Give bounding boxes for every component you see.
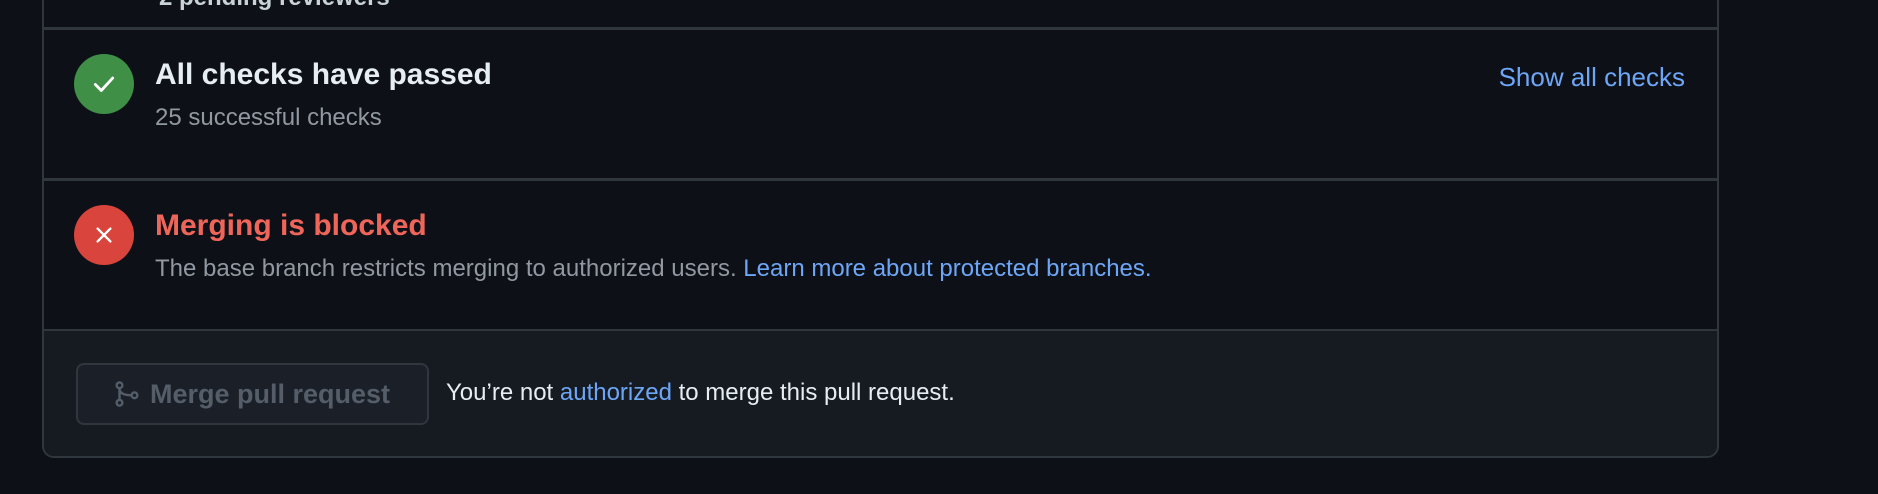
check-icon <box>93 76 115 92</box>
authorized-link[interactable]: authorized <box>560 379 672 406</box>
checks-title: All checks have passed <box>155 58 492 91</box>
merge-authorization-note: You’re not authorized to merge this pull… <box>446 379 955 407</box>
blocked-status-badge <box>74 205 134 265</box>
blocked-description: The base branch restricts merging to aut… <box>155 255 737 282</box>
reviewers-section: 2 pending reviewers <box>44 0 1717 30</box>
show-all-checks-link[interactable]: Show all checks <box>1499 62 1685 93</box>
x-icon <box>96 227 112 243</box>
blocked-description-line: The base branch restricts merging to aut… <box>155 255 1152 283</box>
reviewers-icon <box>88 0 128 2</box>
merge-action-section: Merge pull request You’re not authorized… <box>44 331 1717 456</box>
merge-note-prefix: You’re not <box>446 379 554 406</box>
merge-blocked-section: Merging is blocked The base branch restr… <box>44 181 1717 331</box>
checks-section: All checks have passed 25 successful che… <box>44 30 1717 181</box>
merge-button-label: Merge pull request <box>150 378 391 409</box>
checks-status-badge <box>74 54 134 114</box>
merge-box: 2 pending reviewers All checks have pass… <box>42 0 1719 458</box>
merge-pull-request-button[interactable]: Merge pull request <box>76 363 429 425</box>
merge-note-suffix: to merge this pull request. <box>678 379 955 406</box>
protected-branches-link[interactable]: Learn more about protected branches. <box>743 255 1151 282</box>
pending-reviewers-text: 2 pending reviewers <box>159 0 390 12</box>
git-merge-icon <box>112 379 142 409</box>
blocked-title: Merging is blocked <box>155 209 427 242</box>
checks-subtitle: 25 successful checks <box>155 104 382 131</box>
